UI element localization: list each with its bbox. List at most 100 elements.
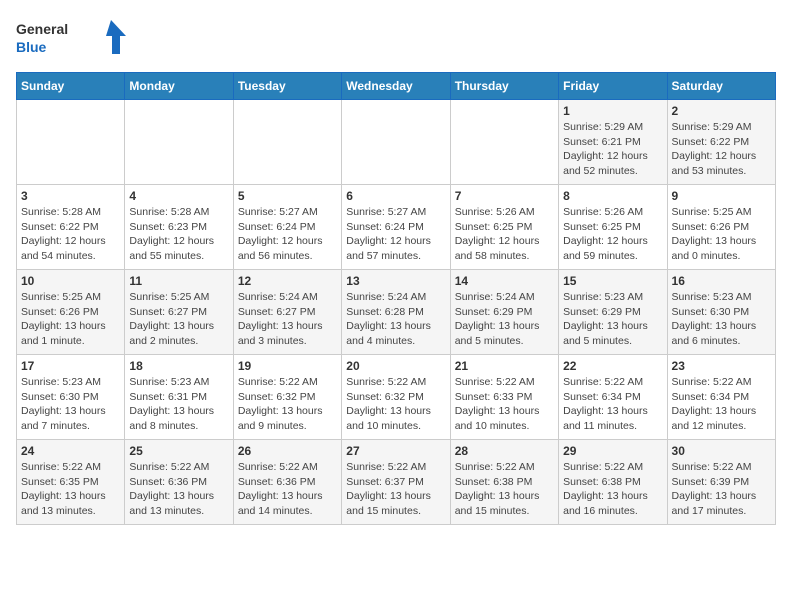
calendar-cell: 9 Sunrise: 5:25 AM Sunset: 6:26 PM Daylig… bbox=[667, 185, 775, 270]
day-number: 15 bbox=[563, 274, 662, 288]
calendar-cell: 5Sunrise: 5:27 AM Sunset: 6:24 PM Daylig… bbox=[233, 185, 341, 270]
day-number: 13 bbox=[346, 274, 445, 288]
svg-text:Blue: Blue bbox=[16, 39, 47, 55]
page-header: General Blue bbox=[16, 16, 776, 60]
calendar-cell: 3Sunrise: 5:28 AM Sunset: 6:22 PM Daylig… bbox=[17, 185, 125, 270]
day-number: 30 bbox=[672, 444, 771, 458]
day-info: Sunrise: 5:26 AM Sunset: 6:25 PM Dayligh… bbox=[563, 205, 662, 264]
day-number: 19 bbox=[238, 359, 337, 373]
day-info: Sunrise: 5:22 AM Sunset: 6:32 PM Dayligh… bbox=[238, 375, 337, 434]
day-number: 14 bbox=[455, 274, 554, 288]
logo-svg: General Blue bbox=[16, 16, 136, 60]
calendar-cell: 24 Sunrise: 5:22 AM Sunset: 6:35 PM Dayli… bbox=[17, 440, 125, 525]
calendar-cell: 28Sunrise: 5:22 AM Sunset: 6:38 PM Dayli… bbox=[450, 440, 558, 525]
calendar-cell: 1 Sunrise: 5:29 AM Sunset: 6:21 PM Daylig… bbox=[559, 100, 667, 185]
day-info: Sunrise: 5:24 AM Sunset: 6:27 PM Dayligh… bbox=[238, 290, 337, 349]
day-info: Sunrise: 5:28 AM Sunset: 6:22 PM Dayligh… bbox=[21, 205, 120, 264]
col-header-monday: Monday bbox=[125, 73, 233, 100]
day-info: Sunrise: 5:24 AM Sunset: 6:28 PM Dayligh… bbox=[346, 290, 445, 349]
day-info: Sunrise: 5:23 AM Sunset: 6:29 PM Dayligh… bbox=[563, 290, 662, 349]
day-number: 1 bbox=[563, 104, 662, 118]
calendar-cell: 6Sunrise: 5:27 AM Sunset: 6:24 PM Daylig… bbox=[342, 185, 450, 270]
calendar-cell bbox=[233, 100, 341, 185]
day-number: 5 bbox=[238, 189, 337, 203]
col-header-sunday: Sunday bbox=[17, 73, 125, 100]
day-info: Sunrise: 5:22 AM Sunset: 6:34 PM Dayligh… bbox=[672, 375, 771, 434]
day-number: 29 bbox=[563, 444, 662, 458]
day-info: Sunrise: 5:29 AM Sunset: 6:21 PM Dayligh… bbox=[563, 120, 662, 179]
calendar-cell: 2 Sunrise: 5:29 AM Sunset: 6:22 PM Daylig… bbox=[667, 100, 775, 185]
day-info: Sunrise: 5:22 AM Sunset: 6:39 PM Dayligh… bbox=[672, 460, 771, 519]
day-number: 24 bbox=[21, 444, 120, 458]
day-number: 9 bbox=[672, 189, 771, 203]
day-info: Sunrise: 5:22 AM Sunset: 6:38 PM Dayligh… bbox=[455, 460, 554, 519]
day-info: Sunrise: 5:27 AM Sunset: 6:24 PM Dayligh… bbox=[346, 205, 445, 264]
day-number: 10 bbox=[21, 274, 120, 288]
calendar-cell: 14 Sunrise: 5:24 AM Sunset: 6:29 PM Dayli… bbox=[450, 270, 558, 355]
col-header-friday: Friday bbox=[559, 73, 667, 100]
day-number: 20 bbox=[346, 359, 445, 373]
day-number: 27 bbox=[346, 444, 445, 458]
calendar-cell: 19 Sunrise: 5:22 AM Sunset: 6:32 PM Dayli… bbox=[233, 355, 341, 440]
day-info: Sunrise: 5:22 AM Sunset: 6:37 PM Dayligh… bbox=[346, 460, 445, 519]
col-header-wednesday: Wednesday bbox=[342, 73, 450, 100]
day-info: Sunrise: 5:22 AM Sunset: 6:34 PM Dayligh… bbox=[563, 375, 662, 434]
calendar-cell: 21 Sunrise: 5:22 AM Sunset: 6:33 PM Dayli… bbox=[450, 355, 558, 440]
logo: General Blue bbox=[16, 16, 136, 60]
week-row-4: 17 Sunrise: 5:23 AM Sunset: 6:30 PM Dayli… bbox=[17, 355, 776, 440]
day-number: 7 bbox=[455, 189, 554, 203]
calendar-cell: 20Sunrise: 5:22 AM Sunset: 6:32 PM Dayli… bbox=[342, 355, 450, 440]
day-number: 23 bbox=[672, 359, 771, 373]
day-number: 22 bbox=[563, 359, 662, 373]
day-info: Sunrise: 5:26 AM Sunset: 6:25 PM Dayligh… bbox=[455, 205, 554, 264]
calendar-cell: 22 Sunrise: 5:22 AM Sunset: 6:34 PM Dayli… bbox=[559, 355, 667, 440]
calendar-cell: 29 Sunrise: 5:22 AM Sunset: 6:38 PM Dayli… bbox=[559, 440, 667, 525]
day-info: Sunrise: 5:22 AM Sunset: 6:38 PM Dayligh… bbox=[563, 460, 662, 519]
day-info: Sunrise: 5:25 AM Sunset: 6:26 PM Dayligh… bbox=[21, 290, 120, 349]
week-row-1: 1 Sunrise: 5:29 AM Sunset: 6:21 PM Daylig… bbox=[17, 100, 776, 185]
day-number: 11 bbox=[129, 274, 228, 288]
calendar-cell: 7 Sunrise: 5:26 AM Sunset: 6:25 PM Daylig… bbox=[450, 185, 558, 270]
day-info: Sunrise: 5:22 AM Sunset: 6:33 PM Dayligh… bbox=[455, 375, 554, 434]
col-header-tuesday: Tuesday bbox=[233, 73, 341, 100]
calendar-cell: 23 Sunrise: 5:22 AM Sunset: 6:34 PM Dayli… bbox=[667, 355, 775, 440]
calendar-cell: 8 Sunrise: 5:26 AM Sunset: 6:25 PM Daylig… bbox=[559, 185, 667, 270]
day-info: Sunrise: 5:22 AM Sunset: 6:36 PM Dayligh… bbox=[238, 460, 337, 519]
day-info: Sunrise: 5:29 AM Sunset: 6:22 PM Dayligh… bbox=[672, 120, 771, 179]
calendar-cell: 10 Sunrise: 5:25 AM Sunset: 6:26 PM Dayli… bbox=[17, 270, 125, 355]
day-number: 21 bbox=[455, 359, 554, 373]
calendar-cell bbox=[450, 100, 558, 185]
calendar-cell: 30 Sunrise: 5:22 AM Sunset: 6:39 PM Dayli… bbox=[667, 440, 775, 525]
day-number: 8 bbox=[563, 189, 662, 203]
day-info: Sunrise: 5:24 AM Sunset: 6:29 PM Dayligh… bbox=[455, 290, 554, 349]
calendar-cell: 13 Sunrise: 5:24 AM Sunset: 6:28 PM Dayli… bbox=[342, 270, 450, 355]
week-row-3: 10 Sunrise: 5:25 AM Sunset: 6:26 PM Dayli… bbox=[17, 270, 776, 355]
calendar-cell: 27 Sunrise: 5:22 AM Sunset: 6:37 PM Dayli… bbox=[342, 440, 450, 525]
calendar-cell bbox=[125, 100, 233, 185]
calendar-cell: 26Sunrise: 5:22 AM Sunset: 6:36 PM Dayli… bbox=[233, 440, 341, 525]
day-number: 17 bbox=[21, 359, 120, 373]
day-number: 25 bbox=[129, 444, 228, 458]
calendar-cell: 18Sunrise: 5:23 AM Sunset: 6:31 PM Dayli… bbox=[125, 355, 233, 440]
calendar-header-row: SundayMondayTuesdayWednesdayThursdayFrid… bbox=[17, 73, 776, 100]
col-header-saturday: Saturday bbox=[667, 73, 775, 100]
day-info: Sunrise: 5:23 AM Sunset: 6:30 PM Dayligh… bbox=[21, 375, 120, 434]
day-info: Sunrise: 5:28 AM Sunset: 6:23 PM Dayligh… bbox=[129, 205, 228, 264]
day-number: 2 bbox=[672, 104, 771, 118]
calendar-cell bbox=[342, 100, 450, 185]
calendar-cell: 15 Sunrise: 5:23 AM Sunset: 6:29 PM Dayli… bbox=[559, 270, 667, 355]
day-number: 4 bbox=[129, 189, 228, 203]
calendar-cell: 11 Sunrise: 5:25 AM Sunset: 6:27 PM Dayli… bbox=[125, 270, 233, 355]
day-info: Sunrise: 5:25 AM Sunset: 6:27 PM Dayligh… bbox=[129, 290, 228, 349]
day-number: 12 bbox=[238, 274, 337, 288]
calendar-cell: 16Sunrise: 5:23 AM Sunset: 6:30 PM Dayli… bbox=[667, 270, 775, 355]
day-info: Sunrise: 5:22 AM Sunset: 6:35 PM Dayligh… bbox=[21, 460, 120, 519]
calendar-body: 1 Sunrise: 5:29 AM Sunset: 6:21 PM Daylig… bbox=[17, 100, 776, 525]
calendar-cell bbox=[17, 100, 125, 185]
day-info: Sunrise: 5:25 AM Sunset: 6:26 PM Dayligh… bbox=[672, 205, 771, 264]
calendar-cell: 12 Sunrise: 5:24 AM Sunset: 6:27 PM Dayli… bbox=[233, 270, 341, 355]
calendar-cell: 17 Sunrise: 5:23 AM Sunset: 6:30 PM Dayli… bbox=[17, 355, 125, 440]
day-number: 16 bbox=[672, 274, 771, 288]
day-info: Sunrise: 5:22 AM Sunset: 6:36 PM Dayligh… bbox=[129, 460, 228, 519]
calendar-cell: 4 Sunrise: 5:28 AM Sunset: 6:23 PM Daylig… bbox=[125, 185, 233, 270]
